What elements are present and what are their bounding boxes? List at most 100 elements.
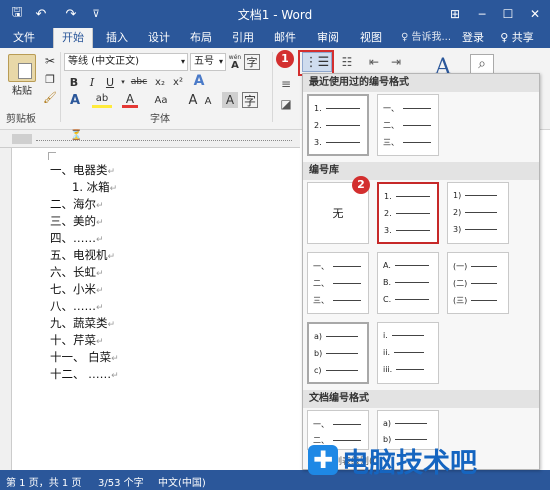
font-size-value: 五号	[194, 56, 214, 67]
font-size-select[interactable]: 五号 ▾	[190, 53, 226, 71]
tile-row: 二、	[313, 278, 361, 289]
tab-layout[interactable]: 布局	[184, 28, 218, 48]
tile-row-line	[395, 423, 428, 424]
sign-in-link[interactable]: 登录	[458, 28, 488, 48]
tile-row-label: 一、	[313, 262, 329, 271]
doc-line[interactable]: 九、蔬菜类↵	[50, 315, 115, 331]
numbering-option-upper-alpha[interactable]: A. B. C.	[377, 252, 439, 314]
highlight-button[interactable]: ab	[92, 92, 112, 108]
tile-row-label: i.	[383, 331, 388, 340]
doc-line[interactable]: 七、小米↵	[50, 281, 104, 297]
doc-line[interactable]: 十一、 白菜↵	[50, 349, 119, 365]
tile-row-label: A.	[383, 261, 391, 270]
numbering-option-recent-chinese[interactable]: 一、 二、 三、	[377, 94, 439, 156]
numbering-option-lower-alpha-paren[interactable]: a) b) c)	[307, 322, 369, 384]
numbering-option-lower-roman[interactable]: i. ii. iii.	[377, 322, 439, 384]
numbering-option-arabic-dot[interactable]: 1. 2. 3.	[377, 182, 439, 244]
paragraph-shading-icon[interactable]: ◪	[276, 96, 296, 112]
tile-row-label: 一、	[313, 420, 329, 429]
tab-mailings[interactable]: 邮件	[268, 28, 302, 48]
bold-button[interactable]: B	[66, 74, 82, 90]
doc-line[interactable]: 八、……↵	[50, 298, 104, 314]
multilevel-list-icon[interactable]: ☷	[336, 54, 358, 70]
doc-line[interactable]: 五、电视机↵	[50, 247, 115, 263]
tile-row-line	[471, 283, 498, 284]
cut-icon[interactable]: ✂	[42, 54, 58, 68]
increase-indent-icon[interactable]: ⇥	[386, 54, 406, 70]
numbering-option-chinese-paren[interactable]: (一) (二) (三)	[447, 252, 509, 314]
numbering-option-arabic-paren[interactable]: 1) 2) 3)	[447, 182, 509, 244]
maximize-button[interactable]: ☐	[496, 3, 520, 25]
tile-row: 1)	[453, 191, 498, 200]
doc-line[interactable]: 十二、 ……↵	[50, 366, 119, 382]
tab-view[interactable]: 视图	[354, 28, 388, 48]
tab-design[interactable]: 设计	[142, 28, 176, 48]
grow-font-button[interactable]: A	[186, 92, 200, 108]
tell-me-search[interactable]: ♀ 告诉我...	[396, 28, 456, 48]
paragraph-mark-icon: ↵	[96, 303, 104, 313]
close-button[interactable]: ✕	[522, 3, 548, 25]
format-painter-icon[interactable]: 🖌	[42, 90, 58, 104]
decrease-indent-icon[interactable]: ⇤	[364, 54, 384, 70]
tile-row-label: 1.	[314, 104, 322, 113]
tile-row-line	[395, 213, 430, 214]
underline-button[interactable]: U	[102, 74, 118, 90]
strikethrough-button[interactable]: abc	[128, 74, 150, 90]
font-color-button[interactable]: A	[122, 92, 138, 108]
tile-row: iii.	[383, 365, 425, 374]
paste-icon[interactable]	[8, 54, 36, 82]
shrink-font-button[interactable]: A	[202, 94, 214, 108]
tile-row-label: 1.	[384, 192, 392, 201]
status-page[interactable]: 第 1 页，共 1 页	[6, 474, 81, 489]
tab-review[interactable]: 审阅	[311, 28, 345, 48]
doc-line[interactable]: 三、美的↵	[50, 213, 104, 229]
doc-line[interactable]: 十、芹菜↵	[50, 332, 104, 348]
copy-icon[interactable]: ❐	[42, 72, 58, 86]
find-icon[interactable]: ⌕	[470, 54, 494, 74]
phonetic-guide-icon[interactable]: wén A	[228, 54, 242, 71]
font-name-value: 等线 (中文正文)	[68, 56, 139, 67]
numbering-option-recent-arabic[interactable]: 1. 2. 3.	[307, 94, 369, 156]
ribbon-display-icon[interactable]: ⊞	[444, 3, 466, 25]
tile-row: 1.	[384, 192, 430, 201]
italic-button[interactable]: I	[84, 74, 100, 90]
paragraph-mark-icon: ↵	[107, 167, 116, 177]
doc-line[interactable]: 1. 冰箱↵	[72, 179, 117, 195]
doc-line[interactable]: 一、电器类↵	[50, 162, 115, 178]
tab-references[interactable]: 引用	[226, 28, 260, 48]
chevron-down-icon[interactable]: ▾	[120, 74, 126, 90]
superscript-button[interactable]: x²	[170, 74, 186, 90]
tile-row: 3.	[314, 138, 360, 147]
numbering-library-dropdown: 最近使用过的编号格式 1. 2. 3. 一、 二、 三、 编号库 无 1. 2.…	[302, 73, 540, 470]
font-name-select[interactable]: 等线 (中文正文) ▾	[64, 53, 188, 71]
status-language[interactable]: 中文(中国)	[158, 474, 206, 489]
enclose-char-icon[interactable]: 字	[244, 54, 260, 70]
document-page[interactable]: 一、电器类↵ 1. 冰箱↵ 二、海尔↵ 三、美的↵ 四、……↵ 五、电视机↵ 六…	[12, 148, 302, 470]
tile-row: 一、	[313, 261, 361, 272]
tile-row: ii.	[383, 348, 424, 357]
share-button[interactable]: ♀ 共享	[494, 28, 540, 48]
tab-insert[interactable]: 插入	[100, 28, 134, 48]
change-case-button[interactable]: Aa	[150, 92, 172, 108]
minimize-button[interactable]: ─	[470, 3, 494, 25]
doc-line-text: 七、小米	[50, 282, 96, 296]
char-border-button[interactable]: 字	[242, 92, 258, 108]
tile-row-line	[391, 335, 424, 336]
doc-line[interactable]: 四、……↵	[50, 230, 104, 246]
numbering-option-chinese[interactable]: 一、 二、 三、	[307, 252, 369, 314]
status-words[interactable]: 3/53 个字	[98, 474, 144, 489]
clear-formatting-icon[interactable]: A	[190, 72, 208, 90]
paragraph-mark-icon: ↵	[96, 286, 104, 296]
text-effects-button[interactable]: A	[66, 92, 84, 108]
tab-home[interactable]: 开始	[53, 28, 93, 48]
site-watermark: ✚ 电脑技术吧	[308, 440, 477, 480]
callout-badge-2: 2	[352, 176, 370, 194]
tab-file[interactable]: 文件	[6, 28, 42, 48]
doc-line[interactable]: 六、长虹↵	[50, 264, 104, 280]
char-shading-button[interactable]: A	[222, 92, 238, 108]
subscript-button[interactable]: x₂	[152, 74, 168, 90]
tile-row-label: 3.	[314, 138, 322, 147]
align-left-icon[interactable]: ≡	[276, 76, 296, 92]
paste-label[interactable]: 粘贴	[4, 82, 40, 97]
doc-line[interactable]: 二、海尔↵	[50, 196, 104, 212]
